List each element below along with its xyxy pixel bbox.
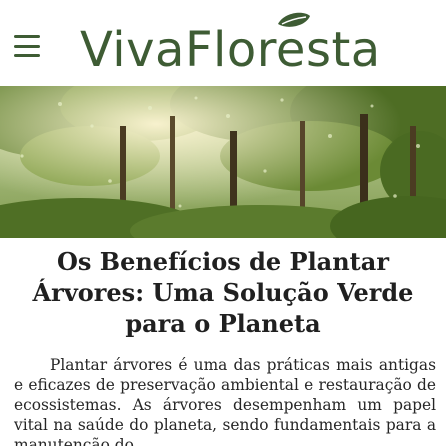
logo-wordmark: VivaFloresta	[80, 22, 381, 78]
site-logo[interactable]: VivaFloresta	[80, 6, 380, 82]
article: Os Benefícios de Plantar Árvores: Uma So…	[0, 246, 446, 446]
hero-image	[0, 86, 446, 238]
article-title: Os Benefícios de Plantar Árvores: Uma So…	[32, 247, 414, 338]
site-header: VivaFloresta	[0, 0, 446, 86]
article-body: Plantar árvores é uma das práticas mais …	[14, 356, 436, 446]
hamburger-menu-icon[interactable]	[14, 35, 40, 57]
page: VivaFloresta Os Benefícios de Plantar Ár…	[0, 0, 446, 446]
